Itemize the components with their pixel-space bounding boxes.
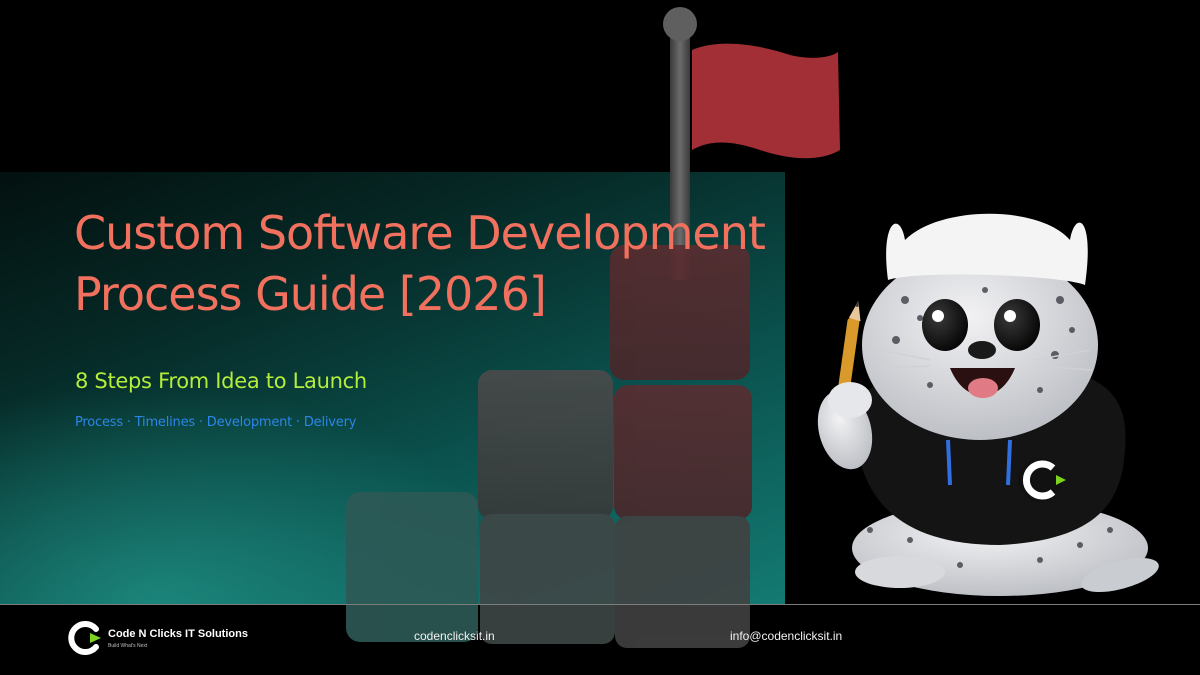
seal-hand: [828, 382, 872, 418]
seal-flipper: [855, 556, 945, 588]
title-line-1: Custom Software Development: [74, 206, 766, 260]
subtitle: 8 Steps From Idea to Launch: [75, 369, 367, 393]
website-link[interactable]: codenclicksit.in: [414, 629, 495, 643]
seal-nose: [968, 341, 996, 359]
email-link[interactable]: info@codenclicksit.in: [730, 629, 842, 643]
page-title: Custom Software Development Process Guid…: [74, 203, 974, 325]
title-line-2: Process Guide [2026]: [74, 267, 547, 321]
tagline: Process · Timelines · Development · Deli…: [75, 415, 357, 430]
seal-tongue: [968, 378, 998, 398]
hero-banner: Custom Software Development Process Guid…: [0, 0, 1200, 675]
footer-divider: [0, 604, 1200, 605]
brand-tagline: Build What's Next: [108, 643, 148, 649]
seal-eye-right: [994, 299, 1040, 351]
eye-shine: [1004, 310, 1016, 322]
brand-logo-icon[interactable]: [68, 620, 104, 656]
seal-mascot: [817, 213, 1159, 596]
brand-name: Code N Clicks IT Solutions: [108, 628, 248, 640]
